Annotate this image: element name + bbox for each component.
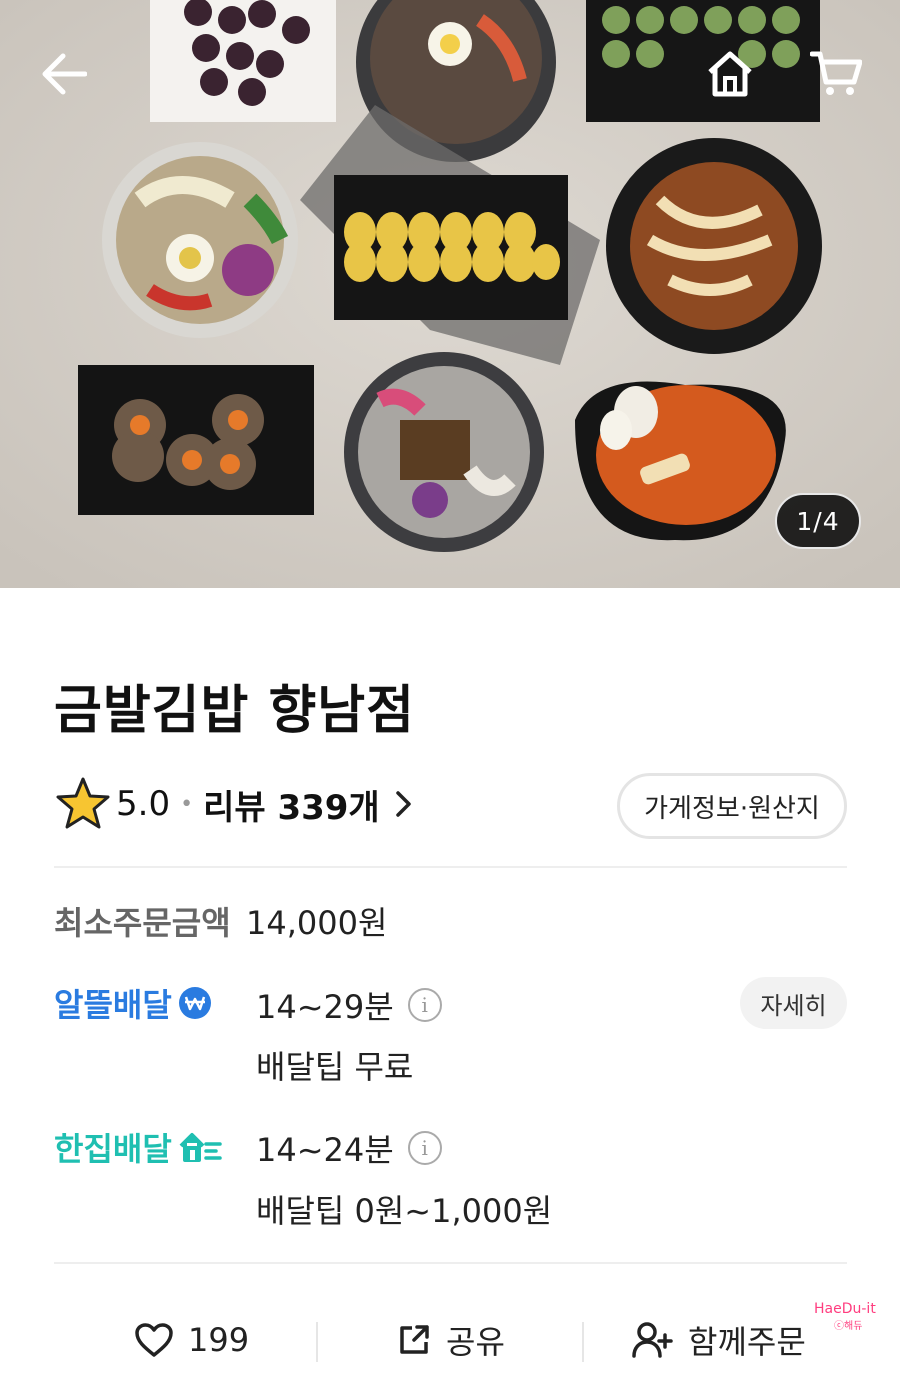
min-order-label: 최소주문금액 <box>54 904 231 942</box>
separator-dot: • <box>180 791 194 817</box>
group-order-button[interactable]: 함께주문 <box>632 1312 806 1368</box>
action-separator <box>316 1322 318 1362</box>
hanjip-delivery-tip: 배달팁 0원~1,000원 <box>256 1192 553 1230</box>
chevron-right-icon <box>395 791 411 817</box>
cart-button[interactable] <box>800 38 872 110</box>
share-label: 공유 <box>446 1323 505 1361</box>
hanjip-delivery-brand: 한집배달 <box>54 1124 224 1170</box>
reviews-link-label: 리뷰 339개 <box>203 787 380 828</box>
info-icon[interactable]: i <box>407 988 442 1022</box>
divider <box>54 866 847 868</box>
watermark: HaeDu-it ⓒ해듀 <box>814 1300 876 1336</box>
heart-icon <box>135 1323 173 1357</box>
watermark-main: HaeDu-it <box>814 1301 876 1317</box>
group-order-label: 함께주문 <box>688 1323 806 1361</box>
rating-row: 5.0 • 리뷰 339개 <box>54 772 414 836</box>
alddeul-time-text: 14~29분 <box>256 988 394 1026</box>
like-button[interactable]: 199 <box>134 1312 249 1368</box>
action-separator <box>582 1322 584 1362</box>
alddeul-delivery-brand: 알뜰배달 <box>54 980 212 1026</box>
hanjip-delivery-label: 한집배달 <box>54 1130 172 1168</box>
watermark-sub: ⓒ해듀 <box>834 1321 863 1332</box>
rating-value: 5.0 <box>116 784 171 824</box>
store-photo-carousel[interactable]: 1/4 <box>0 0 900 588</box>
share-button[interactable]: 공유 <box>396 1312 505 1368</box>
alddeul-delivery-time: 14~29분 i <box>256 982 442 1028</box>
min-order-value: 14,000원 <box>246 904 388 942</box>
info-icon[interactable]: i <box>407 1131 442 1165</box>
cart-icon <box>810 51 862 95</box>
star-icon <box>56 777 110 829</box>
alddeul-delivery-label: 알뜰배달 <box>54 986 172 1024</box>
reviews-link[interactable]: 리뷰 339개 <box>203 780 414 829</box>
home-button[interactable] <box>694 38 766 110</box>
image-counter: 1/4 <box>775 493 861 549</box>
hanjip-time-text: 14~24분 <box>256 1131 394 1169</box>
won-badge-icon <box>178 987 211 1019</box>
like-count: 199 <box>188 1321 250 1359</box>
house-speed-icon <box>179 1133 222 1162</box>
back-button[interactable] <box>28 38 100 110</box>
hanjip-delivery-time: 14~24분 i <box>256 1125 442 1171</box>
add-person-icon <box>632 1322 673 1358</box>
share-icon <box>400 1325 429 1354</box>
alddeul-delivery-tip: 배달팁 무료 <box>256 1048 414 1086</box>
divider <box>54 1262 847 1264</box>
store-name: 금발김밥 향남점 <box>54 681 415 741</box>
arrow-left-icon <box>42 53 87 95</box>
store-info-origin-button[interactable]: 가게정보·원산지 <box>617 773 847 839</box>
delivery-detail-button[interactable]: 자세히 <box>740 977 847 1029</box>
home-icon <box>708 51 752 97</box>
